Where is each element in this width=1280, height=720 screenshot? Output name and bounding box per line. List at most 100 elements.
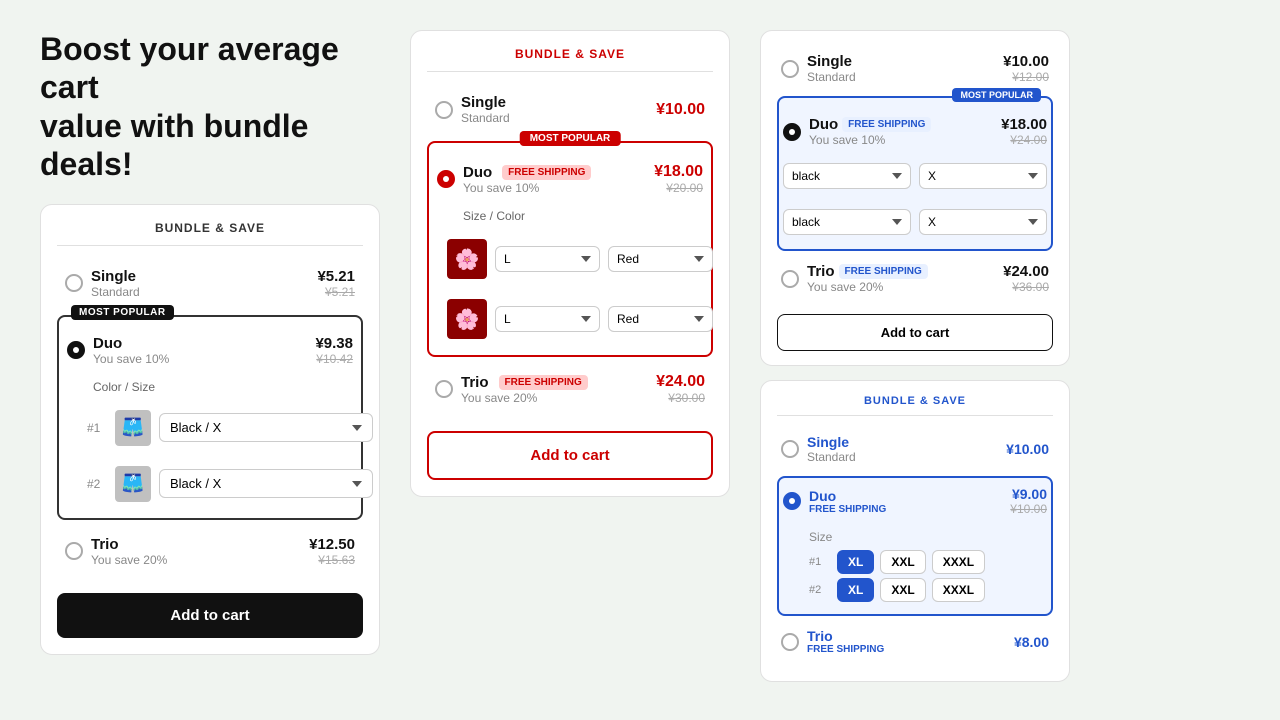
right-top-single-price: ¥10.00 bbox=[1003, 53, 1049, 70]
mid-trio-radio[interactable] bbox=[435, 380, 453, 398]
left-duo-sub: You save 10% bbox=[93, 352, 307, 366]
left-variant1-select[interactable]: Black / XBlack / SWhite / X bbox=[159, 413, 373, 442]
left-single-sub: Standard bbox=[91, 285, 309, 299]
right-bottom-size1-xl[interactable]: XL bbox=[837, 550, 874, 574]
right-top-trio-radio[interactable] bbox=[781, 270, 799, 288]
left-variant1-num: #1 bbox=[87, 421, 107, 435]
mid-duo-orig: ¥20.00 bbox=[654, 181, 703, 195]
right-bottom-duo-radio[interactable] bbox=[783, 492, 801, 510]
right-bottom-size1-xxxl[interactable]: XXXL bbox=[932, 550, 985, 574]
mid-single-row[interactable]: Single Standard ¥10.00 bbox=[427, 84, 713, 135]
left-variant2-img: 🩳 bbox=[115, 466, 151, 502]
right-top-duo-dropdowns1: blackwhitered XSML bbox=[783, 163, 1047, 189]
mid-section: BUNDLE & SAVE Single Standard ¥10.00 MOS… bbox=[410, 30, 730, 497]
left-trio-orig: ¥15.63 bbox=[309, 553, 355, 567]
right-bottom-duo-size-label: Size bbox=[809, 530, 1047, 544]
mid-duo-radio[interactable] bbox=[437, 170, 455, 188]
right-bottom-size2-xxxl[interactable]: XXXL bbox=[932, 578, 985, 602]
mid-single-price: ¥10.00 bbox=[656, 101, 705, 119]
mid-variant2-color[interactable]: RedBlueBlack bbox=[608, 306, 713, 332]
mid-trio-name: Trio bbox=[461, 374, 489, 391]
right-bottom-duo-name: Duo bbox=[809, 488, 1002, 504]
right-top-single-name: Single bbox=[807, 53, 995, 70]
left-duo-radio[interactable] bbox=[67, 341, 85, 359]
mid-variant2-size[interactable]: LMSXL bbox=[495, 306, 600, 332]
left-single-name: Single bbox=[91, 268, 309, 285]
right-bottom-single-sub: Standard bbox=[807, 450, 998, 464]
right-top-trio-row[interactable]: Trio FREE SHIPPING You save 20% ¥24.00 ¥… bbox=[777, 255, 1053, 302]
left-duo-name: Duo bbox=[93, 335, 307, 352]
right-bottom-single-radio[interactable] bbox=[781, 440, 799, 458]
right-top-single-orig: ¥12.00 bbox=[1003, 70, 1049, 84]
mid-single-radio[interactable] bbox=[435, 101, 453, 119]
mid-bundle-card: BUNDLE & SAVE Single Standard ¥10.00 MOS… bbox=[410, 30, 730, 497]
left-single-row[interactable]: Single Standard ¥5.21 ¥5.21 bbox=[57, 258, 363, 309]
left-trio-sub: You save 20% bbox=[91, 553, 301, 567]
left-trio-name: Trio bbox=[91, 536, 301, 553]
right-bottom-size2-xl[interactable]: XL bbox=[837, 578, 874, 602]
right-top-trio-sub: You save 20% bbox=[807, 280, 995, 294]
right-bottom-size2-xxl[interactable]: XXL bbox=[880, 578, 925, 602]
mid-duo-variant2: 🌸 LMSXL RedBlueBlack bbox=[447, 299, 713, 339]
mid-trio-price: ¥24.00 bbox=[656, 373, 705, 391]
right-top-row1-color[interactable]: blackwhitered bbox=[783, 163, 911, 189]
mid-variant1-size[interactable]: LMSXL bbox=[495, 246, 600, 272]
right-top-row2-size[interactable]: XSML bbox=[919, 209, 1047, 235]
left-single-orig: ¥5.21 bbox=[317, 285, 355, 299]
right-top-single-sub: Standard bbox=[807, 70, 995, 84]
left-section: Boost your average cart value with bundl… bbox=[40, 30, 380, 655]
right-bottom-duo-size-row1: #1 XL XXL XXXL bbox=[809, 550, 1047, 574]
mid-single-name: Single bbox=[461, 94, 648, 111]
mid-trio-row[interactable]: Trio FREE SHIPPING You save 20% ¥24.00 ¥… bbox=[427, 363, 713, 415]
right-bottom-trio-name: Trio bbox=[807, 628, 1006, 644]
right-top-duo-badge: MOST POPULAR bbox=[952, 88, 1041, 102]
mid-duo-size-color-label: Size / Color bbox=[463, 209, 525, 223]
right-bottom-duo-free-ship: FREE SHIPPING bbox=[809, 504, 1002, 515]
mid-single-sub: Standard bbox=[461, 111, 648, 125]
right-bottom-size2-num: #2 bbox=[809, 584, 831, 596]
right-bottom-trio-radio[interactable] bbox=[781, 633, 799, 651]
right-bottom-duo-price: ¥9.00 bbox=[1010, 486, 1047, 502]
left-add-to-cart-button[interactable]: Add to cart bbox=[57, 593, 363, 638]
mid-duo-price: ¥18.00 bbox=[654, 163, 703, 181]
left-single-radio[interactable] bbox=[65, 274, 83, 292]
left-duo-variant1: #1 🩳 Black / XBlack / SWhite / X bbox=[87, 410, 373, 446]
right-bottom-trio-row[interactable]: Trio FREE SHIPPING ¥8.00 bbox=[777, 620, 1053, 663]
right-top-duo-orig: ¥24.00 bbox=[1001, 133, 1047, 147]
right-bottom-size1-num: #1 bbox=[809, 556, 831, 568]
right-bottom-size1-xxl[interactable]: XXL bbox=[880, 550, 925, 574]
right-top-duo-free-ship: FREE SHIPPING bbox=[842, 117, 931, 132]
mid-variant1-color[interactable]: RedBlueBlack bbox=[608, 246, 713, 272]
left-trio-price: ¥12.50 bbox=[309, 536, 355, 553]
mid-variant2-img: 🌸 bbox=[447, 299, 487, 339]
mid-add-to-cart-button[interactable]: Add to cart bbox=[427, 431, 713, 480]
left-duo-row[interactable]: MOST POPULAR Duo You save 10% ¥9.38 ¥10.… bbox=[57, 315, 363, 520]
right-bottom-duo-row[interactable]: Duo FREE SHIPPING ¥9.00 ¥10.00 Size #1 X… bbox=[777, 476, 1053, 616]
right-top-single-row[interactable]: Single Standard ¥10.00 ¥12.00 bbox=[777, 45, 1053, 92]
left-variant2-num: #2 bbox=[87, 477, 107, 491]
mid-trio-free-ship: FREE SHIPPING bbox=[499, 375, 588, 390]
right-top-single-radio[interactable] bbox=[781, 60, 799, 78]
right-top-duo-row[interactable]: MOST POPULAR Duo FREE SHIPPING You save … bbox=[777, 96, 1053, 251]
right-bottom-trio-price: ¥8.00 bbox=[1014, 634, 1049, 650]
right-top-trio-name: Trio bbox=[807, 263, 835, 280]
right-top-duo-sub: You save 10% bbox=[809, 133, 993, 147]
right-top-add-to-cart-button[interactable]: Add to cart bbox=[777, 314, 1053, 351]
left-variant2-select[interactable]: Black / XBlack / SWhite / X bbox=[159, 469, 373, 498]
left-card-title: BUNDLE & SAVE bbox=[57, 221, 363, 246]
mid-trio-orig: ¥30.00 bbox=[656, 391, 705, 405]
right-top-card: Single Standard ¥10.00 ¥12.00 MOST POPUL… bbox=[760, 30, 1070, 366]
left-duo-variant2: #2 🩳 Black / XBlack / SWhite / X bbox=[87, 466, 373, 502]
left-trio-row[interactable]: Trio You save 20% ¥12.50 ¥15.63 bbox=[57, 526, 363, 577]
right-top-duo-dropdowns2: blackwhitered XSML bbox=[783, 209, 1047, 235]
right-top-row2-color[interactable]: blackwhitered bbox=[783, 209, 911, 235]
mid-duo-row[interactable]: MOST POPULAR Duo FREE SHIPPING You save … bbox=[427, 141, 713, 357]
right-bottom-single-row[interactable]: Single Standard ¥10.00 bbox=[777, 426, 1053, 472]
right-top-duo-name: Duo bbox=[809, 116, 838, 133]
left-duo-price: ¥9.38 bbox=[315, 335, 353, 352]
left-trio-radio[interactable] bbox=[65, 542, 83, 560]
right-top-trio-orig: ¥36.00 bbox=[1003, 280, 1049, 294]
right-top-duo-radio[interactable] bbox=[783, 123, 801, 141]
right-bottom-duo-size-row2: #2 XL XXL XXXL bbox=[809, 578, 1047, 602]
right-top-row1-size[interactable]: XSML bbox=[919, 163, 1047, 189]
